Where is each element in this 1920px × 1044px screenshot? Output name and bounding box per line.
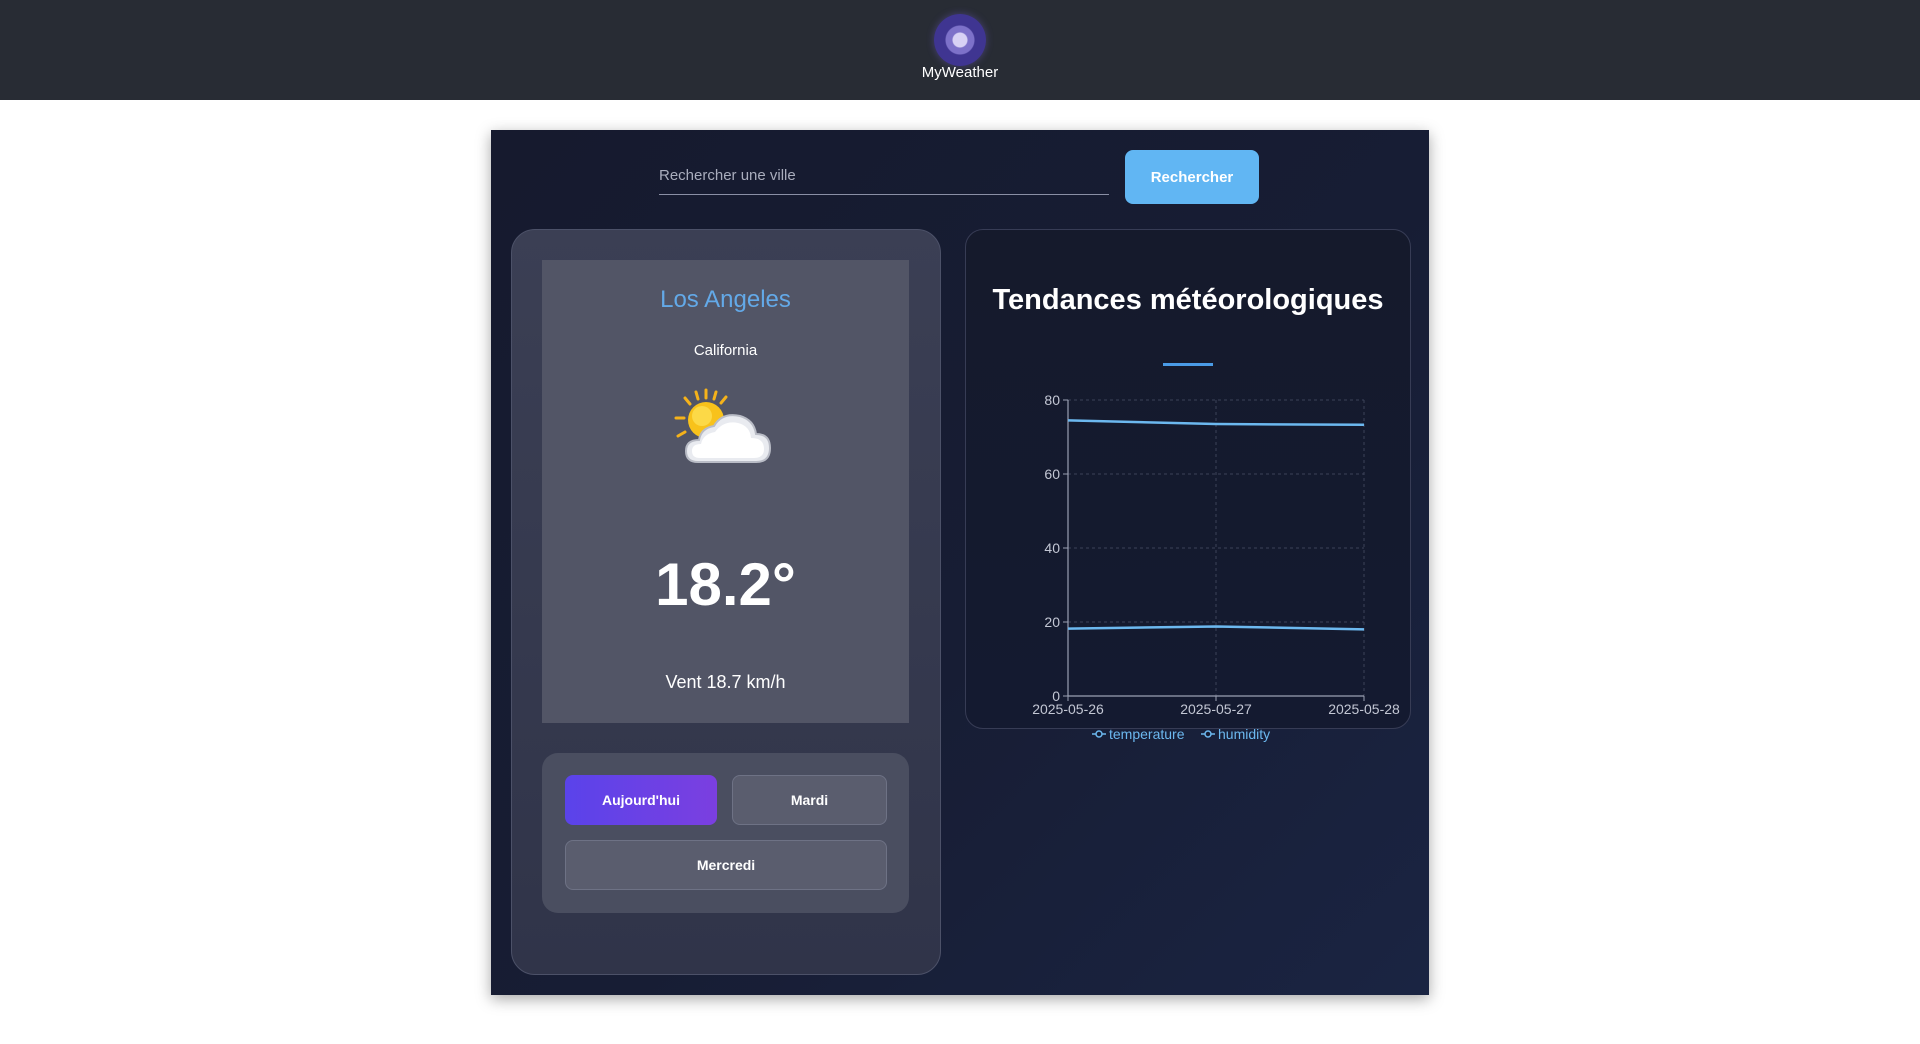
top-bar: MyWeather <box>0 0 1920 100</box>
trends-chart: 0204060802025-05-26 2025-05-27 2025-05-28t… <box>1032 392 1400 742</box>
weather-app-container: Rechercher Los Angeles California <box>491 130 1429 995</box>
x-tick-label: 2025-05-28 <box>1328 701 1400 717</box>
legend-marker-temperature <box>1095 730 1103 738</box>
day-button-wednesday[interactable]: Mercredi <box>565 840 887 890</box>
y-tick-label: 60 <box>1044 466 1060 482</box>
legend-label-temperature: temperature <box>1109 726 1185 742</box>
series-line-temperature <box>1067 419 1365 427</box>
y-tick-label: 20 <box>1044 614 1060 630</box>
legend-marker-humidity <box>1204 730 1212 738</box>
y-tick-label: 40 <box>1044 540 1060 556</box>
y-tick-label: 80 <box>1044 392 1060 408</box>
legend-label-humidity: humidity <box>1218 726 1270 742</box>
x-tick-label: 2025-05-27 <box>1180 701 1252 717</box>
day-button-tuesday[interactable]: Mardi <box>732 775 887 825</box>
day-button-today[interactable]: Aujourd'hui <box>565 775 717 825</box>
app-name: MyWeather <box>921 64 999 81</box>
moon-logo-icon[interactable] <box>934 14 986 66</box>
x-tick-label: 2025-05-26 <box>1032 701 1104 717</box>
day-selector: Aujourd'hui Mardi Mercredi <box>542 753 909 913</box>
